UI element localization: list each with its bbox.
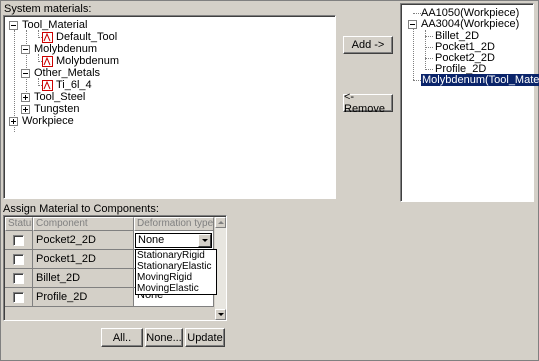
system-materials-label: System materials: (4, 3, 92, 15)
material-icon (42, 31, 53, 43)
none-button[interactable]: None... (145, 328, 183, 347)
deformation-type-dropdown[interactable]: StationaryRigid StationaryElastic Moving… (135, 249, 217, 295)
tree-line (26, 30, 27, 94)
status-checkbox[interactable] (13, 235, 24, 246)
status-cell (5, 288, 33, 307)
tree-node-ti-6l-4[interactable]: Ti_6l_4 (42, 79, 92, 91)
expand-icon[interactable] (21, 104, 30, 114)
collapse-icon[interactable] (408, 19, 417, 29)
status-checkbox[interactable] (13, 292, 24, 303)
expand-icon[interactable] (9, 116, 18, 126)
tree-node-label: Default_Tool (56, 31, 118, 43)
chevron-down-icon[interactable] (198, 234, 211, 247)
assigned-materials-tree[interactable]: AA1050(Workpiece) AA3004(Workpiece) Bill… (400, 3, 539, 202)
dropdown-option-moving-elastic[interactable]: MovingElastic (136, 283, 216, 294)
status-cell (5, 231, 33, 250)
tree-node-other-metals[interactable]: Other_Metals (21, 67, 100, 79)
component-cell[interactable]: Billet_2D (33, 269, 134, 288)
deformation-type-select[interactable]: None (135, 233, 212, 248)
tree-node-tungsten[interactable]: Tungsten (21, 103, 79, 115)
collapse-icon[interactable] (9, 20, 18, 30)
assign-material-label: Assign Material to Components: (3, 203, 159, 215)
tree-node-label: Molybdenum (34, 43, 97, 55)
tree-node-label: Molybdenum (56, 55, 119, 67)
dropdown-option-stationary-rigid[interactable]: StationaryRigid (136, 250, 216, 261)
tree-node-workpiece[interactable]: Workpiece (9, 115, 74, 127)
material-icon (42, 79, 53, 91)
tree-line (425, 69, 433, 70)
tree-node-label: Other_Metals (34, 67, 101, 79)
column-header-deformation-type[interactable]: Deformation type (134, 217, 214, 231)
component-cell[interactable]: Profile_2D (33, 288, 134, 307)
material-icon (42, 55, 53, 67)
tree-node-label: Workpiece (22, 115, 74, 127)
status-cell (5, 269, 33, 288)
tree-node-label: Tungsten (34, 103, 80, 115)
column-header-component[interactable]: Component (33, 217, 134, 231)
dropdown-option-stationary-elastic[interactable]: StationaryElastic (136, 261, 216, 272)
tree-line (413, 13, 421, 14)
assigned-node-molybdenum-tool[interactable]: Molybdenum(Tool_Material) (421, 74, 539, 86)
collapse-icon[interactable] (21, 68, 30, 78)
select-value: None (138, 234, 165, 246)
tree-line (425, 47, 433, 48)
tree-line (425, 36, 433, 37)
tree-node-label: Ti_6l_4 (56, 79, 92, 91)
tree-node-label: Tool_Material (22, 19, 88, 31)
tree-node-molybdenum-group[interactable]: Molybdenum (21, 43, 97, 55)
dropdown-option-moving-rigid[interactable]: MovingRigid (136, 272, 216, 283)
tree-line (413, 24, 414, 80)
tree-line (425, 58, 433, 59)
tree-node-label: Molybdenum(Tool_Material) (421, 74, 539, 86)
tree-node-label: Tool_Steel (34, 91, 86, 103)
assigned-node-aa3004[interactable]: AA3004(Workpiece) (408, 18, 519, 30)
collapse-icon[interactable] (21, 44, 30, 54)
tree-node-molybdenum[interactable]: Molybdenum (42, 55, 119, 67)
component-cell[interactable]: Pocket1_2D (33, 250, 134, 269)
system-materials-tree[interactable]: Tool_Material Default_Tool Molybdenum Mo… (3, 15, 336, 199)
assign-grid[interactable]: Status Component Deformation type Pocket… (3, 215, 227, 321)
status-cell (5, 250, 33, 269)
tree-node-tool-material[interactable]: Tool_Material (9, 19, 87, 31)
component-cell[interactable]: Pocket2_2D (33, 231, 134, 250)
update-button[interactable]: Update (185, 328, 225, 347)
status-checkbox[interactable] (13, 254, 24, 265)
add-button[interactable]: Add -> (343, 36, 393, 54)
tree-node-tool-steel[interactable]: Tool_Steel (21, 91, 85, 103)
status-checkbox[interactable] (13, 273, 24, 284)
remove-button[interactable]: <- Remove (343, 91, 393, 115)
column-header-status[interactable]: Status (5, 217, 33, 231)
tree-node-default-tool[interactable]: Default_Tool (42, 31, 117, 43)
scroll-down-icon[interactable] (215, 309, 226, 320)
expand-icon[interactable] (21, 92, 30, 102)
tree-node-label: AA3004(Workpiece) (421, 18, 520, 30)
scroll-up-icon[interactable] (215, 217, 226, 228)
tree-line (413, 80, 421, 81)
all-button[interactable]: All.. (101, 328, 143, 347)
